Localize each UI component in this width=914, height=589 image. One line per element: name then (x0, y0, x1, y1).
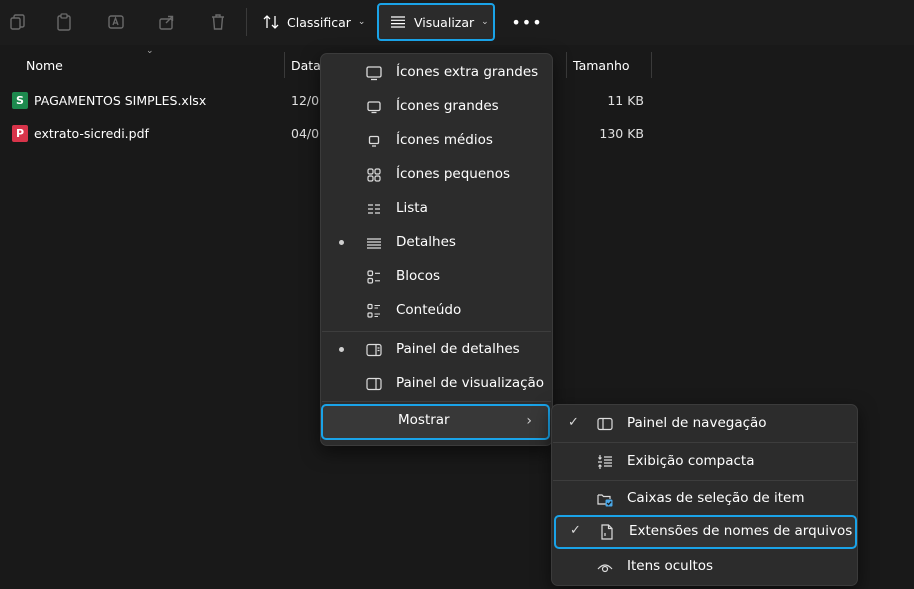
eye-icon (596, 558, 614, 576)
selected-dot-icon (339, 240, 344, 245)
chevron-down-icon: ⌄ (481, 17, 489, 27)
menu-item-label: Itens ocultos (627, 558, 714, 574)
menu-item-extra-large-icons[interactable]: Ícones extra grandes (321, 56, 552, 90)
menu-item-label: Painel de visualização (396, 375, 545, 391)
content-icon (365, 302, 383, 320)
column-header-size[interactable]: Tamanho (573, 52, 630, 78)
menu-item-label: Ícones extra grandes (396, 64, 539, 80)
view-lines-icon (389, 13, 407, 31)
menu-item-details-pane[interactable]: Painel de detalhes (321, 333, 552, 367)
menu-item-label: Ícones médios (396, 132, 493, 148)
menu-item-label: Ícones pequenos (396, 166, 511, 182)
menu-separator (553, 442, 856, 443)
checkmark-icon: ✓ (570, 523, 581, 538)
menu-item-label: Extensões de nomes de arquivos (629, 523, 853, 539)
copy-icon[interactable] (8, 12, 28, 32)
menu-item-label: Detalhes (396, 234, 456, 250)
menu-item-hidden-items[interactable]: Itens ocultos (552, 550, 857, 584)
view-button[interactable]: Visualizar ⌄ (377, 3, 495, 41)
monitor-large-icon (365, 64, 383, 82)
column-header-name[interactable]: Nome (26, 52, 63, 78)
menu-separator (322, 401, 551, 402)
show-submenu: ✓ Painel de navegação Exibição compacta … (551, 404, 858, 586)
monitor-icon (365, 98, 383, 116)
sort-button[interactable]: Classificar ⌄ (262, 4, 366, 40)
navigation-pane-icon (596, 415, 614, 433)
menu-item-list[interactable]: Lista (321, 192, 552, 226)
monitor-small-icon (365, 132, 383, 150)
sort-arrows-icon (262, 13, 280, 31)
column-divider[interactable] (651, 52, 652, 78)
more-options-button[interactable]: ••• (511, 4, 541, 40)
preview-pane-icon (365, 375, 383, 393)
sort-caret-icon: ⌄ (146, 46, 154, 56)
file-icon (598, 523, 616, 541)
menu-item-label: Painel de detalhes (396, 341, 520, 357)
menu-item-small-icons[interactable]: Ícones pequenos (321, 158, 552, 192)
details-pane-icon (365, 341, 383, 359)
menu-item-label: Painel de navegação (627, 415, 767, 431)
menu-item-details[interactable]: Detalhes (321, 226, 552, 260)
tiles-icon (365, 268, 383, 286)
delete-icon[interactable] (208, 12, 228, 32)
column-header-date[interactable]: Data (291, 52, 321, 78)
menu-item-label: Caixas de seleção de item (627, 490, 805, 506)
menu-item-label: Ícones grandes (396, 98, 499, 114)
menu-item-show[interactable]: Mostrar › (321, 404, 550, 440)
view-button-label: Visualizar (414, 14, 475, 30)
menu-item-medium-icons[interactable]: Ícones médios (321, 124, 552, 158)
selected-dot-icon (339, 347, 344, 352)
view-menu: Ícones extra grandes Ícones grandes Ícon… (320, 53, 553, 446)
menu-separator (322, 331, 551, 332)
paste-icon[interactable] (54, 12, 74, 32)
menu-item-preview-pane[interactable]: Painel de visualização (321, 367, 552, 401)
menu-item-label: Lista (396, 200, 428, 216)
sort-button-label: Classificar (287, 14, 351, 30)
menu-item-label: Conteúdo (396, 302, 462, 318)
toolbar-separator (246, 8, 247, 36)
rename-icon[interactable] (106, 12, 126, 32)
list-icon (365, 200, 383, 218)
file-size: 11 KB (607, 93, 644, 108)
checkmark-icon: ✓ (568, 415, 579, 430)
file-size: 130 KB (599, 126, 644, 141)
menu-item-navigation-pane[interactable]: ✓ Painel de navegação (552, 407, 857, 441)
menu-item-label: Blocos (396, 268, 440, 284)
menu-separator (553, 480, 856, 481)
menu-item-label: Exibição compacta (627, 453, 755, 469)
file-name: extrato-sicredi.pdf (34, 126, 149, 141)
grid-icon (365, 166, 383, 184)
menu-item-tiles[interactable]: Blocos (321, 260, 552, 294)
compact-view-icon (596, 453, 614, 471)
pdf-file-icon: P (12, 125, 28, 142)
share-icon[interactable] (157, 12, 177, 32)
column-divider[interactable] (566, 52, 567, 78)
details-lines-icon (365, 234, 383, 252)
command-bar: Classificar ⌄ Visualizar ⌄ ••• (0, 0, 914, 45)
menu-item-label: Mostrar (398, 412, 450, 428)
folder-checkbox-icon (596, 490, 614, 508)
excel-file-icon: S (12, 92, 28, 109)
menu-item-content[interactable]: Conteúdo (321, 294, 552, 328)
chevron-down-icon: ⌄ (357, 17, 366, 27)
file-name: PAGAMENTOS SIMPLES.xlsx (34, 93, 207, 108)
menu-item-large-icons[interactable]: Ícones grandes (321, 90, 552, 124)
column-divider[interactable] (284, 52, 285, 78)
menu-item-item-checkboxes[interactable]: Caixas de seleção de item (552, 482, 857, 516)
menu-item-compact-view[interactable]: Exibição compacta (552, 445, 857, 479)
chevron-right-icon: › (526, 413, 532, 429)
menu-item-file-name-extensions[interactable]: ✓ Extensões de nomes de arquivos (554, 515, 857, 549)
